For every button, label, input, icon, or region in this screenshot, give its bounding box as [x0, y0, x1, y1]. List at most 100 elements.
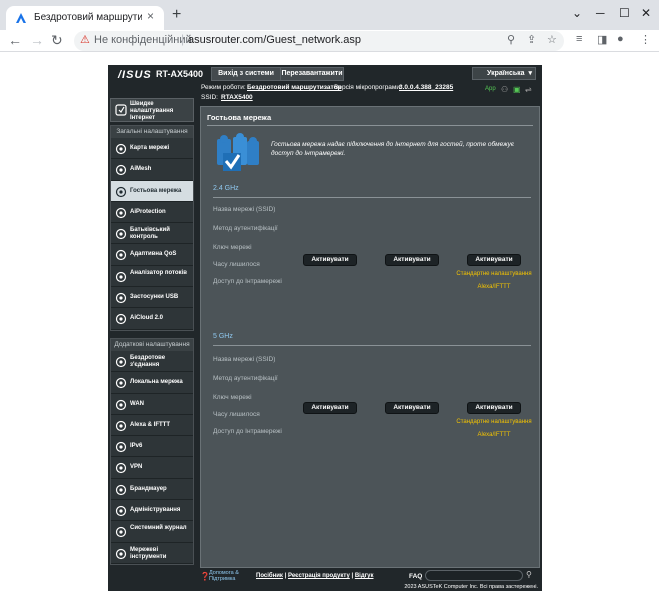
- general-settings-group: Загальні налаштування Карта мережі AiMesh…: [110, 125, 194, 331]
- reload-icon[interactable]: ↻: [51, 32, 63, 49]
- footer-separator: |: [284, 573, 287, 579]
- reboot-button[interactable]: Перезавантажити: [280, 67, 344, 81]
- default-settings-5-link[interactable]: Стандартне налаштування: [454, 419, 534, 425]
- faq-label: FAQ: [409, 573, 423, 580]
- ipv6-icon: [115, 440, 127, 453]
- status-bar: Режим роботи: Бездротовий маршрутизатор …: [199, 82, 539, 106]
- sidebar-item-parental-control[interactable]: Батьківський контроль: [111, 223, 193, 245]
- manual-link[interactable]: Посібник: [256, 573, 283, 579]
- footer-separator: |: [351, 573, 354, 579]
- sidebar-item-wan[interactable]: WAN: [111, 393, 193, 415]
- sidebar-item-label: VPN: [130, 464, 143, 471]
- quick-setup-icon: [115, 104, 127, 116]
- sidebar-item-label: Alexa & IFTTT: [130, 421, 171, 428]
- auth-method-row-label: Метод аутентифікації: [213, 375, 278, 382]
- sidebar-item-aimesh[interactable]: AiMesh: [111, 159, 193, 181]
- new-tab-button[interactable]: +: [172, 6, 181, 24]
- guest-network-icon: [115, 185, 127, 197]
- minimize-button[interactable]: ─: [596, 6, 605, 20]
- maximize-button[interactable]: ☐: [619, 6, 630, 20]
- close-window-button[interactable]: ✕: [641, 6, 651, 20]
- guest-network-illustration-icon: [217, 133, 259, 171]
- auth-method-row-label: Метод аутентифікації: [213, 225, 278, 232]
- feedback-link[interactable]: Відгук: [355, 573, 374, 579]
- activate-5-guest3-button[interactable]: Активувати: [467, 402, 521, 414]
- alexa-ifttt-5-link[interactable]: Alexa/IFTTT: [454, 432, 534, 438]
- activate-24-guest1-button[interactable]: Активувати: [303, 254, 357, 266]
- alexa-ifttt-24-link[interactable]: Alexa/IFTTT: [454, 284, 534, 290]
- sidebar-item-system-log[interactable]: Системний журнал: [111, 521, 193, 543]
- logout-button[interactable]: Вихід з системи: [211, 67, 281, 81]
- back-arrow-icon[interactable]: ←: [8, 32, 22, 48]
- sidebar-item-aiprotection[interactable]: AiProtection: [111, 201, 193, 224]
- profile-avatar-icon[interactable]: ●: [617, 33, 624, 45]
- sidebar-item-label: WAN: [130, 400, 144, 407]
- sidebar-item-ipv6[interactable]: IPv6: [111, 436, 193, 458]
- ssid-link[interactable]: RTAX5400: [221, 94, 253, 101]
- share-icon[interactable]: ⇪: [527, 33, 536, 46]
- network-map-icon: [115, 142, 127, 155]
- sidebar-item-administration[interactable]: Адміністрування: [111, 500, 193, 522]
- asus-logo[interactable]: /ISUS: [118, 69, 152, 81]
- sidebar-item-label: Гостьова мережа: [130, 187, 182, 194]
- ssid-label: SSID:: [201, 94, 218, 101]
- sidebar-item-wireless[interactable]: Бездротове з'єднання: [111, 351, 193, 373]
- sidebar-item-qos[interactable]: Адаптивна QoS: [111, 244, 193, 266]
- forward-arrow-icon[interactable]: →: [30, 32, 44, 48]
- chevron-down-icon[interactable]: ⌄: [572, 6, 582, 20]
- sidebar-item-label: Швидке налаштування Інтернет: [130, 101, 174, 121]
- operation-mode-link[interactable]: Бездротовий маршрутизатор: [247, 84, 342, 91]
- router-admin-panel: /ISUS RT-AX5400 Вихід з системи Перезава…: [108, 65, 542, 591]
- bookmark-star-icon[interactable]: ☆: [547, 33, 557, 46]
- aiprotection-icon: [115, 206, 127, 218]
- sidebar-item-aicloud[interactable]: AiCloud 2.0: [111, 308, 193, 330]
- default-settings-24-link[interactable]: Стандартне налаштування: [454, 271, 534, 277]
- asus-favicon-icon: [16, 13, 26, 23]
- security-status[interactable]: Не конфіденційний: [94, 34, 192, 46]
- url-text[interactable]: asusrouter.com/Guest_network.asp: [188, 34, 361, 46]
- sidebar-item-usb[interactable]: Застосунки USB: [111, 287, 193, 309]
- sidebar-item-network-map[interactable]: Карта мережі: [111, 138, 193, 160]
- lan-icon: [115, 376, 127, 389]
- sidebar-item-lan[interactable]: Локальна мережа: [111, 372, 193, 394]
- search-icon[interactable]: ⚲: [526, 570, 532, 579]
- sidebar-item-label: AiCloud 2.0: [130, 315, 164, 322]
- app-link[interactable]: App: [485, 86, 496, 92]
- menu-kebab-icon[interactable]: ⋮: [640, 33, 651, 46]
- faq-search-input[interactable]: [425, 570, 523, 581]
- activate-5-guest1-button[interactable]: Активувати: [303, 402, 357, 414]
- tab-title: Бездротовий маршрутизатор AS: [34, 12, 142, 23]
- sidebar-item-firewall[interactable]: Брандмауер: [111, 478, 193, 501]
- sidebar-item-vpn[interactable]: VPN: [111, 457, 193, 479]
- sidebar-item-alexa[interactable]: Alexa & IFTTT: [111, 414, 193, 437]
- internet-status-icon[interactable]: ▣: [513, 85, 521, 94]
- warning-icon[interactable]: ⚠: [80, 33, 90, 46]
- activate-24-guest3-button[interactable]: Активувати: [467, 254, 521, 266]
- browser-tab[interactable]: Бездротовий маршрутизатор AS ×: [6, 6, 164, 30]
- sidebar-item-label: Адаптивна QoS: [130, 251, 177, 258]
- language-select[interactable]: Українська ▾: [472, 67, 536, 80]
- firmware-version-link[interactable]: 3.0.0.4.388_23285: [399, 84, 453, 91]
- reading-list-icon[interactable]: ≡: [576, 33, 582, 45]
- divider: [207, 125, 533, 126]
- firmware-label: Версія мікропрограми:: [334, 84, 402, 91]
- chevron-down-icon: ▾: [528, 70, 532, 77]
- sidebar-item-label: Адміністрування: [130, 507, 181, 514]
- sidebar-item-quick-setup[interactable]: Швидке налаштування Інтернет: [110, 98, 194, 122]
- zoom-icon[interactable]: ⚲: [507, 33, 515, 46]
- activate-24-guest2-button[interactable]: Активувати: [385, 254, 439, 266]
- sidebar-item-label: Брандмауер: [130, 485, 167, 492]
- sidebar-item-network-tools[interactable]: Мережеві інструменти: [111, 542, 193, 564]
- usb-status-icon[interactable]: ⇌: [525, 85, 532, 94]
- registration-link[interactable]: Реєстрація продукту: [288, 573, 350, 579]
- guest-network-panel: Гостьова мережа Гостьова мережа надає пі…: [200, 106, 540, 568]
- side-panel-icon[interactable]: ◨: [597, 33, 607, 46]
- person-icon[interactable]: ⚇: [501, 85, 508, 94]
- activate-5-guest2-button[interactable]: Активувати: [385, 402, 439, 414]
- sidebar-item-guest-network[interactable]: Гостьова мережа: [111, 180, 193, 202]
- tab-close-icon[interactable]: ×: [147, 9, 154, 23]
- help-support-link[interactable]: Допомога & Підтримка: [209, 570, 253, 582]
- sidebar-item-traffic-analyzer[interactable]: Аналізатор потоків: [111, 265, 193, 288]
- copyright-text: 2023 ASUSTeK Computer Inc. Всі права зас…: [404, 584, 538, 590]
- browser-toolbar: ← → ↻ ⚠ Не конфіденційний | asusrouter.c…: [0, 30, 659, 52]
